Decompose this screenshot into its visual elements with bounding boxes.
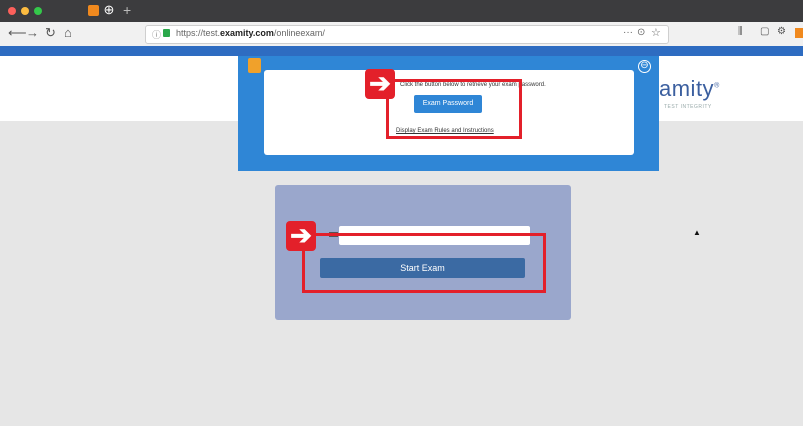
browser-toolbar: ⟵ → ↻ ⌂ ⓘ https://test.examity.com/onlin… <box>0 22 803 47</box>
maximize-window-button[interactable] <box>34 7 42 15</box>
examity-tab-icon[interactable] <box>88 5 99 16</box>
back-icon[interactable]: ⟵ <box>8 25 27 41</box>
pocket-icon[interactable]: ⊙ <box>637 27 645 38</box>
mouse-pointer-icon: ▲ <box>693 228 701 237</box>
brand-tagline: TEST INTEGRITY <box>664 104 712 110</box>
examity-extension-icon[interactable] <box>795 28 803 38</box>
lock-icon <box>163 29 170 37</box>
library-icon[interactable]: ⫼ <box>738 26 743 37</box>
sidebar-icon[interactable]: ▢ <box>760 26 769 37</box>
more-actions-icon[interactable]: ··· <box>623 27 633 38</box>
annotation-arrow-icon: ➔ <box>286 221 316 251</box>
highlight-box-exam-password <box>386 79 522 139</box>
close-window-button[interactable] <box>8 7 16 15</box>
minimize-window-button[interactable] <box>21 7 29 15</box>
tab-globe-icon[interactable]: ⊕ <box>102 3 116 17</box>
url-bar[interactable]: ⓘ https://test.examity.com/onlineexam/ ·… <box>145 25 669 44</box>
extension-icon[interactable]: ⚙ <box>777 26 786 37</box>
highlight-box-start-exam <box>302 233 546 293</box>
close-icon[interactable]: ⊖ <box>638 60 651 73</box>
reload-icon[interactable]: ↻ <box>45 25 56 41</box>
examity-logo-icon <box>248 58 261 73</box>
home-icon[interactable]: ⌂ <box>64 25 72 40</box>
info-icon[interactable]: ⓘ <box>152 28 161 41</box>
browser-title-bar: ⊕ + <box>0 0 803 22</box>
page-header-band <box>0 46 803 56</box>
new-tab-icon[interactable]: + <box>123 2 131 18</box>
bookmark-star-icon[interactable]: ☆ <box>651 26 661 39</box>
forward-icon[interactable]: → <box>26 25 39 40</box>
annotation-arrow-icon: ➔ <box>365 69 395 99</box>
brand-logo: amity® <box>659 76 720 101</box>
url-text: https://test.examity.com/onlineexam/ <box>176 28 325 38</box>
